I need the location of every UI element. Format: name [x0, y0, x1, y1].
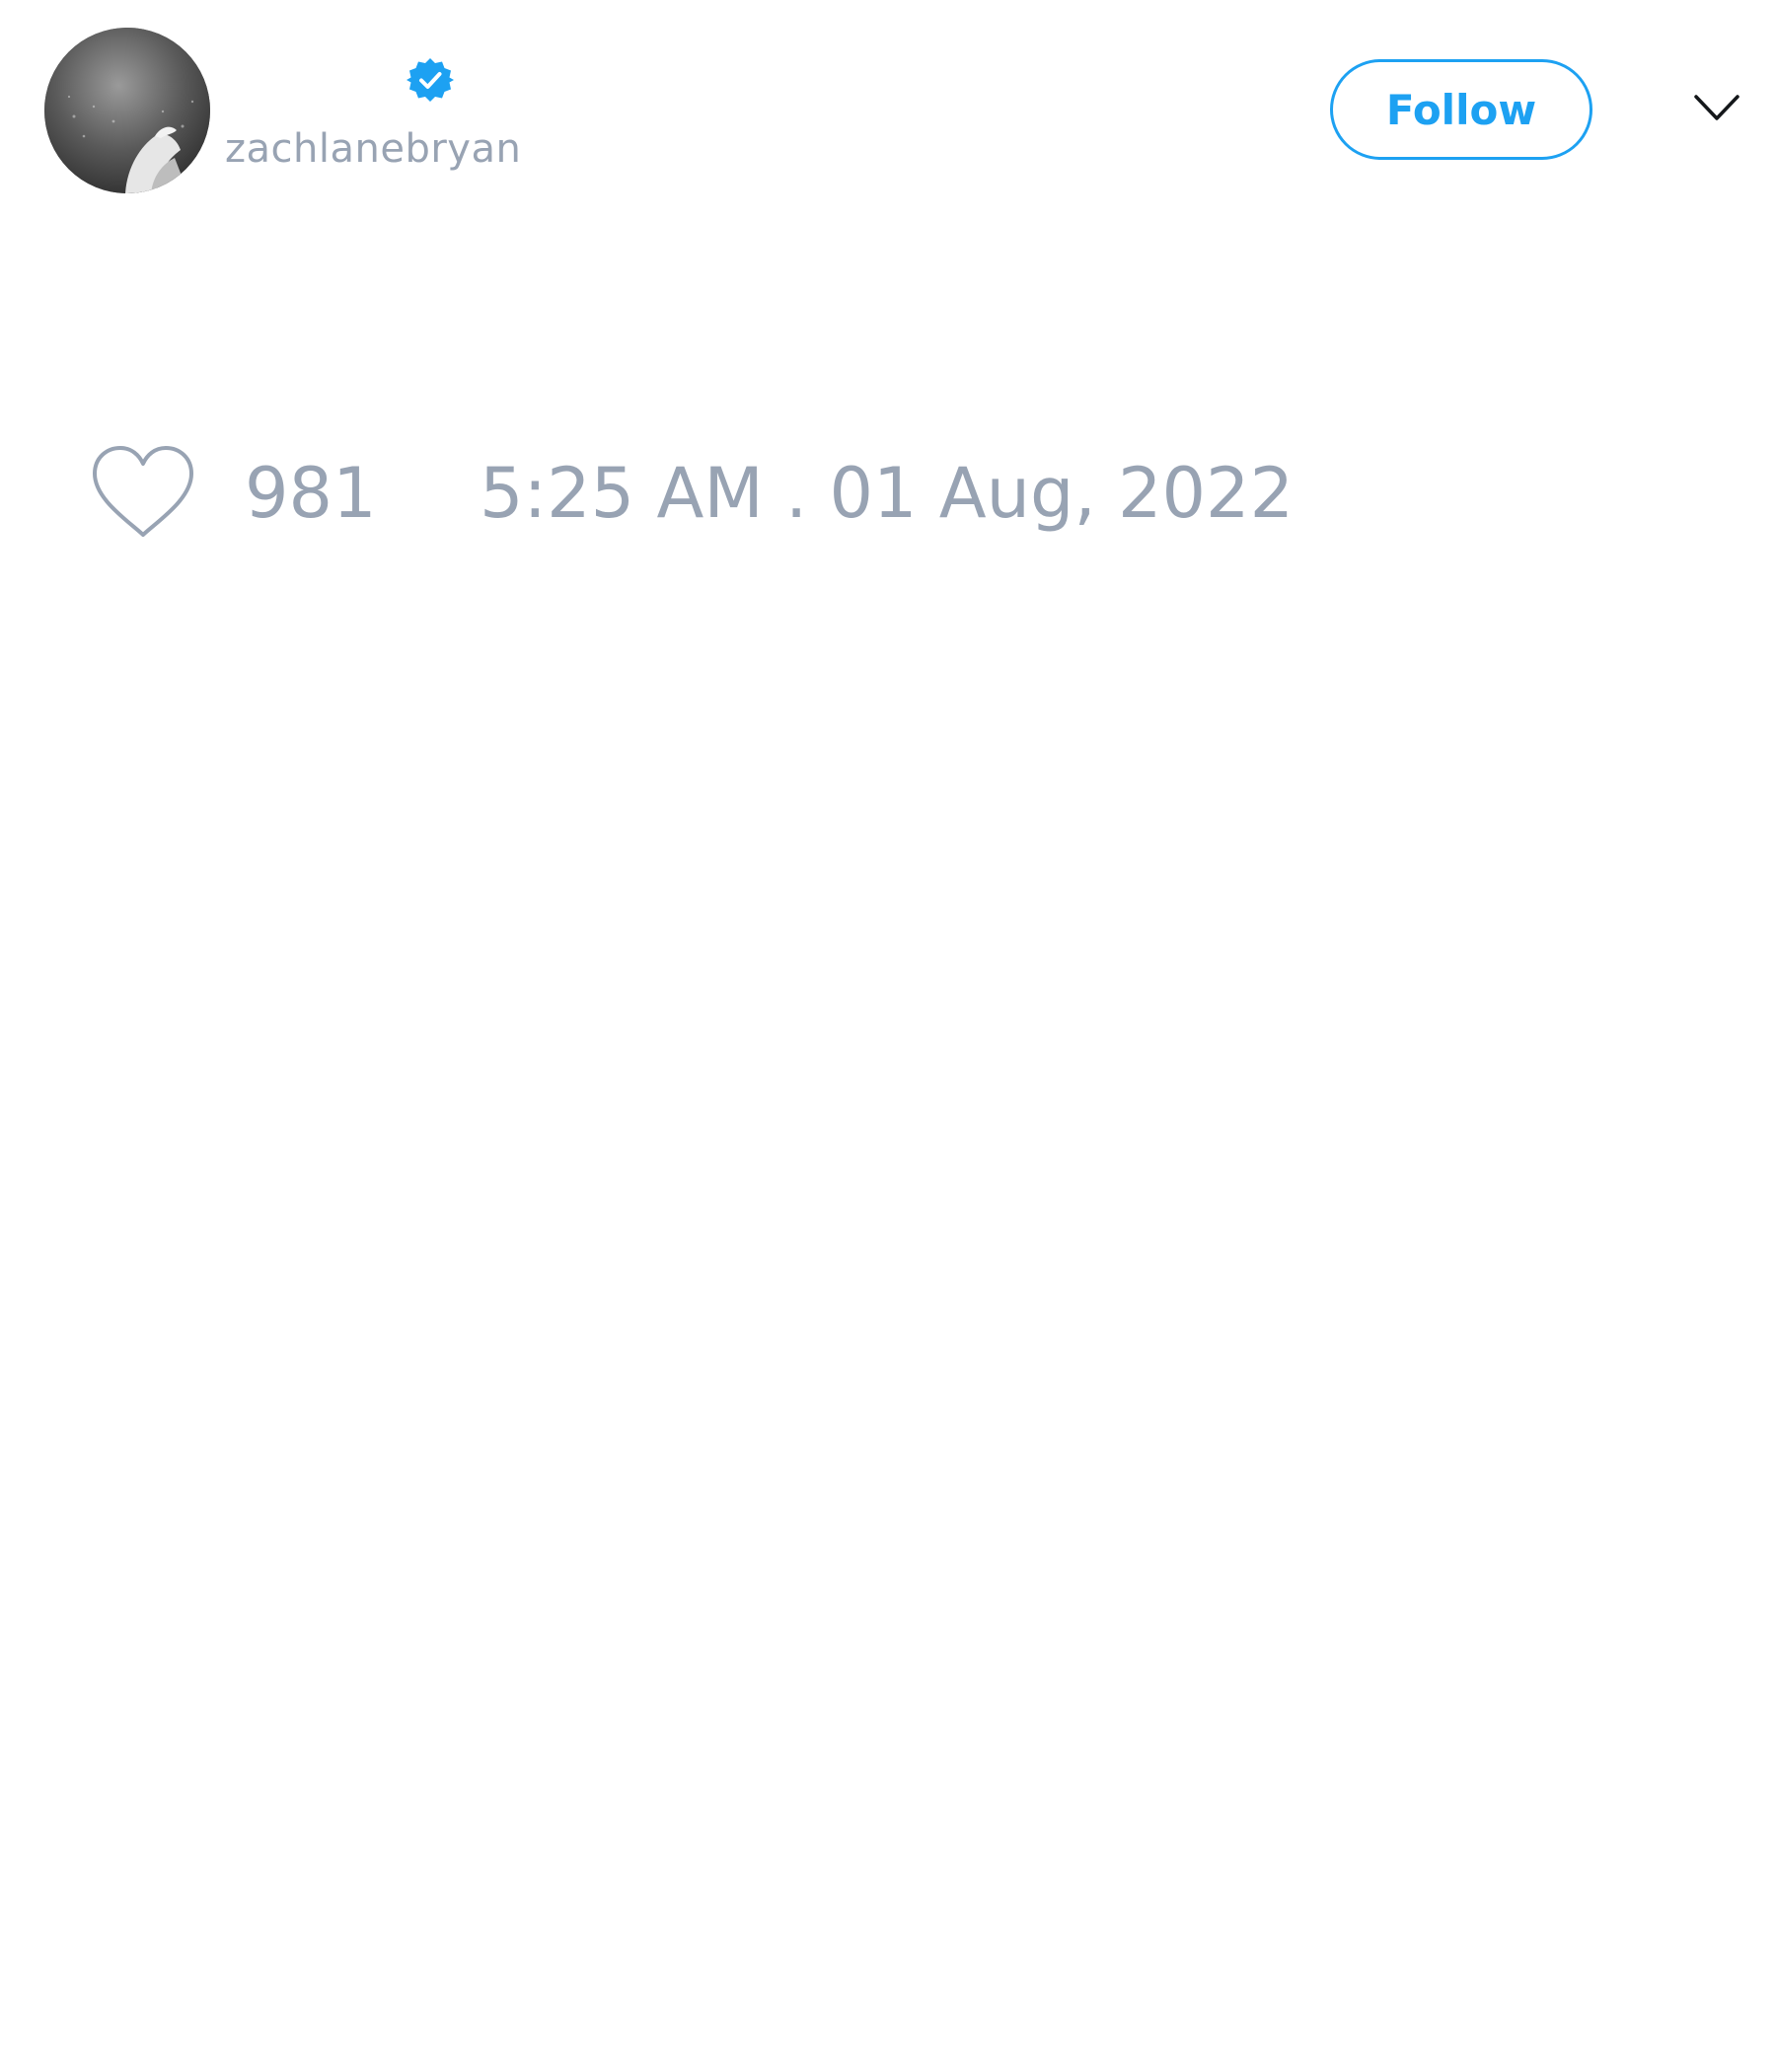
user-handle[interactable]: zachlanebryan	[225, 126, 521, 172]
follow-button[interactable]: Follow	[1330, 59, 1592, 160]
tweet-timestamp[interactable]: 5:25 AM . 01 Aug, 2022	[480, 453, 1294, 534]
heart-icon[interactable]	[89, 444, 197, 543]
verified-badge-icon	[407, 58, 454, 102]
avatar[interactable]	[44, 28, 210, 193]
tweet-stats-row: 981 5:25 AM . 01 Aug, 2022	[89, 444, 1294, 543]
like-count: 981	[245, 453, 377, 534]
display-name-row	[225, 55, 454, 105]
avatar-photo-icon	[44, 28, 210, 193]
tweet-card: zachlanebryan Follow 981 5:25 AM . 01 Au…	[0, 0, 1776, 2072]
chevron-down-icon[interactable]	[1693, 91, 1740, 126]
